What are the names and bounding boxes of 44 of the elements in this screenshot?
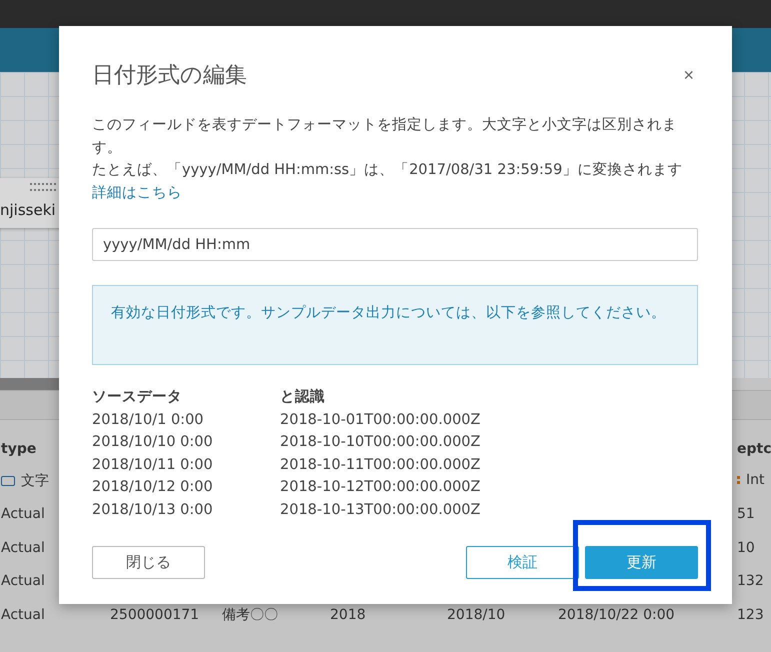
table-cell: 2018/10: [447, 606, 506, 623]
description-text: このフィールドを表すデートフォーマットを指定します。大文字と小文字は区別されます。: [92, 116, 678, 158]
update-button[interactable]: 更新: [585, 546, 698, 579]
drag-handle-icon[interactable]: [30, 183, 56, 191]
scrollbar[interactable]: [0, 378, 60, 390]
details-link[interactable]: 詳細はこちら: [92, 184, 182, 200]
table-cell: Actual: [1, 606, 45, 623]
table-cell-text: 2018/10/12 0:00: [92, 478, 214, 497]
info-message: 有効な日付形式です。サンプルデータ出力については、以下を参照してください。: [92, 285, 698, 365]
column-header: と認識: [280, 388, 326, 407]
table-cell: 10: [737, 540, 755, 556]
table-cell: Actual: [1, 540, 45, 556]
table-cell: 123: [737, 606, 764, 623]
table-cell-text: 2018/10/1 0:00: [92, 410, 205, 430]
table-cell: Actual: [1, 573, 45, 590]
validate-button[interactable]: 検証: [466, 546, 579, 579]
column-header: eptc: [737, 441, 771, 457]
type-label: Int: [746, 472, 764, 488]
table-cell-text: 2018/10/13 0:00: [92, 500, 214, 520]
table-cell-text: 2018/10/11 0:00: [92, 456, 214, 474]
table-cell-text: 2018-10-11T00:00:00.000Z: [280, 456, 482, 474]
table-cell: 2018/10/22 0:00: [558, 606, 675, 623]
table-cell-text: 2018/10/10 0:00: [92, 433, 214, 452]
table-cell: Actual: [1, 506, 45, 522]
column-header: ソースデータ: [92, 388, 183, 407]
column-header: type: [1, 441, 36, 457]
table-cell: 2500000171: [110, 606, 200, 623]
type-label: 文字: [21, 472, 49, 490]
table-cell: 2018: [330, 606, 366, 623]
number-icon: [737, 474, 740, 486]
table-cell-text: 2018-10-01T00:00:00.000Z: [280, 410, 482, 430]
table-cell: 132: [737, 573, 764, 590]
table-cell-text: 2018-10-12T00:00:00.000Z: [280, 478, 482, 497]
table-cell-text: 2018-10-13T00:00:00.000Z: [280, 500, 482, 520]
node-label: njisseki: [0, 201, 56, 219]
close-button[interactable]: ×: [683, 64, 694, 86]
table-cell: 51: [737, 506, 755, 522]
tag-icon: [1, 476, 15, 486]
close-dialog-button[interactable]: 閉じる: [92, 546, 205, 579]
format-input-field[interactable]: yyyy/MM/dd HH:mm: [92, 228, 698, 261]
table-cell-text: 2018-10-10T00:00:00.000Z: [280, 433, 482, 452]
dialog-title: 日付形式の編集: [92, 62, 247, 90]
table-cell: 備考〇〇: [222, 606, 278, 623]
description-text: たとえば、「yyyy/MM/dd HH:mm:ss」は、「2017/08/31 23:59:59」に変換されます: [92, 160, 684, 180]
